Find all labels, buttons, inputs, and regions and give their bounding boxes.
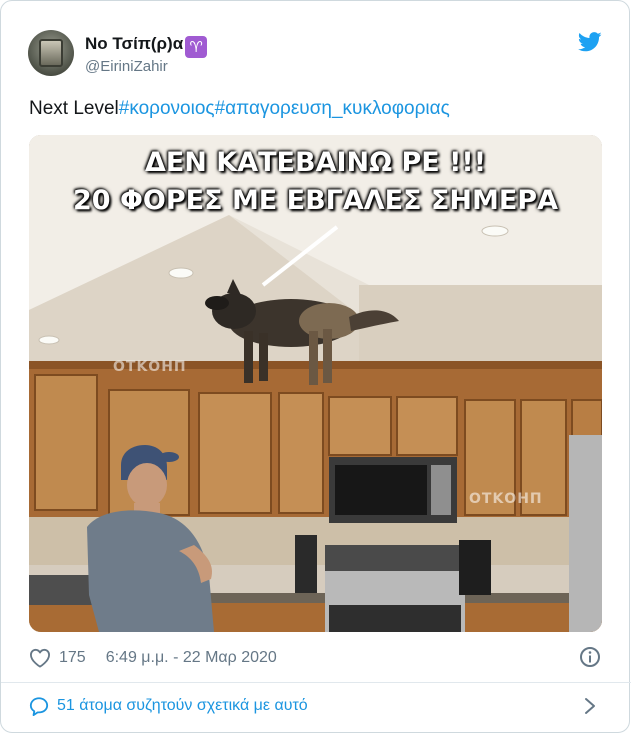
conversation-text: 51 άτομα συζητούν σχετικά με αυτό — [57, 697, 308, 714]
user-handle[interactable]: @EiriniZahir — [85, 58, 168, 75]
reply-bubble-icon — [29, 697, 49, 716]
chevron-right-icon[interactable] — [583, 696, 597, 716]
aries-emoji-icon: ♈ — [185, 36, 208, 58]
tweet-card: No Τσίπ(ρ)α ♈ @EiriniZahir Next Level#κορ… — [0, 0, 631, 733]
tweet-text: Next Level#κορονοιος#απαγορευση_κυκλοφορ… — [29, 98, 450, 120]
tweet-meta: 175 6:49 μ.μ. - 22 Μαρ 2020 — [29, 647, 277, 669]
avatar[interactable] — [28, 30, 74, 76]
like-count[interactable]: 175 — [59, 649, 86, 667]
display-name[interactable]: No Τσίπ(ρ)α ♈ — [85, 34, 208, 58]
display-name-text: No Τσίπ(ρ)α — [85, 34, 184, 53]
info-icon[interactable] — [579, 646, 601, 668]
photo-watermark: ΟΤΚΟΗΠ — [113, 359, 187, 375]
heart-icon[interactable] — [29, 648, 51, 668]
tweet-photo[interactable]: ΔΕΝ ΚΑΤΕΒΑΙΝΩ ΡΕ !!! 20 ΦΟΡΕΣ ΜΕ ΕΒΓΑΛΕΣ… — [29, 135, 602, 632]
photo-caption-line-1: ΔΕΝ ΚΑΤΕΒΑΙΝΩ ΡΕ !!! — [144, 147, 487, 178]
divider — [1, 682, 631, 683]
photo-caption-line-2: 20 ΦΟΡΕΣ ΜΕ ΕΒΓΑΛΕΣ ΣΗΜΕΡΑ — [72, 185, 558, 216]
hashtag-link[interactable]: #κορονοιος — [119, 98, 215, 119]
twitter-bird-icon[interactable] — [578, 32, 602, 52]
tweet-text-prefix: Next Level — [29, 98, 119, 119]
photo-watermark: ΟΤΚΟΗΠ — [469, 491, 543, 507]
conversation-link[interactable]: 51 άτομα συζητούν σχετικά με αυτό — [29, 695, 308, 717]
tweet-timestamp[interactable]: 6:49 μ.μ. - 22 Μαρ 2020 — [106, 649, 277, 667]
hashtag-link[interactable]: #απαγορευση_κυκλοφοριας — [215, 98, 450, 119]
